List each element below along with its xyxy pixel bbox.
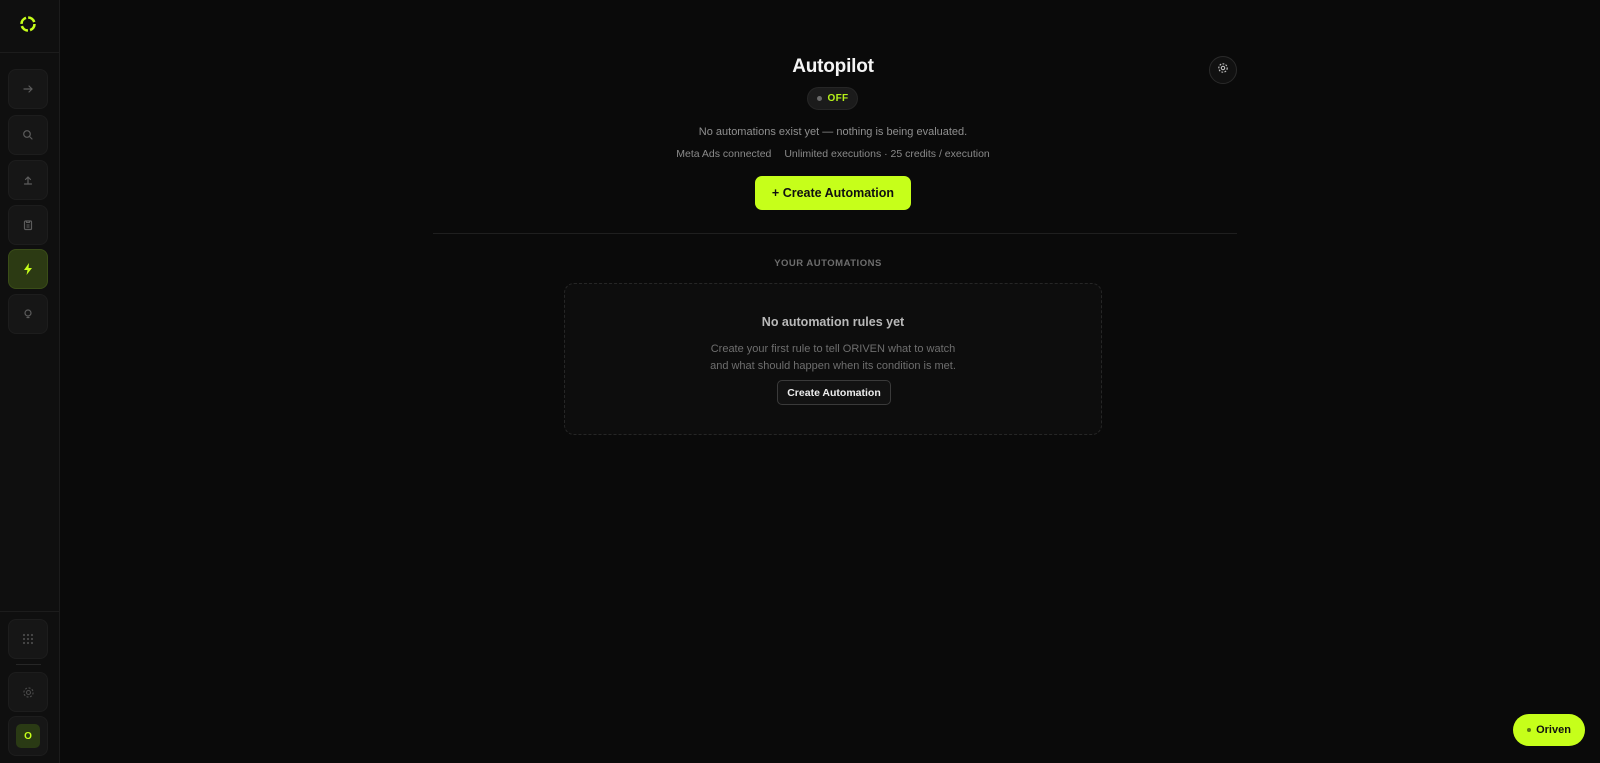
empty-state-create-button[interactable]: Create Automation: [777, 380, 891, 405]
assistant-label: Oriven: [1536, 724, 1571, 736]
lightbulb-icon: [22, 308, 34, 320]
logo-icon[interactable]: [19, 15, 37, 33]
user-menu[interactable]: O: [8, 716, 48, 756]
sidebar-item-settings[interactable]: [8, 672, 48, 712]
page-title: Autopilot: [792, 56, 874, 77]
gear-icon: [22, 686, 35, 699]
empty-state-description: Create your first rule to tell ORIVEN wh…: [565, 341, 1101, 375]
sidebar-item-clipboard[interactable]: [8, 205, 48, 245]
status-dot-icon: [816, 96, 822, 101]
sidebar: O: [0, 0, 60, 763]
arrow-right-icon: [22, 83, 34, 95]
sidebar-separator: [16, 664, 41, 665]
execution-info: Unlimited executions · 25 credits / exec…: [784, 148, 990, 160]
sidebar-item-apps[interactable]: [8, 619, 48, 659]
sidebar-divider: [0, 611, 59, 612]
assistant-launcher-button[interactable]: Oriven: [1513, 714, 1585, 746]
empty-state-line: Create your first rule to tell ORIVEN wh…: [710, 343, 956, 355]
create-automation-button[interactable]: + Create Automation: [755, 176, 911, 210]
account-meta: Meta Ads connected Unlimited executions …: [0, 148, 1600, 160]
grid-icon: [21, 632, 35, 646]
section-heading: YOUR AUTOMATIONS: [774, 258, 882, 269]
gear-icon: [1217, 61, 1229, 79]
empty-state-line: and what should happen when its conditio…: [710, 360, 956, 372]
connection-status: Meta Ads connected: [676, 148, 772, 160]
empty-state-title: No automation rules yet: [761, 315, 905, 329]
sidebar-item-upload[interactable]: [8, 160, 48, 200]
avatar: O: [16, 724, 40, 748]
clipboard-icon: [22, 219, 34, 231]
autopilot-settings-button[interactable]: [1209, 56, 1237, 84]
autopilot-status-toggle[interactable]: OFF: [807, 87, 858, 110]
sidebar-divider: [0, 52, 59, 53]
status-description: No automations exist yet — nothing is be…: [698, 126, 968, 138]
assistant-dot-icon: [1527, 728, 1532, 732]
sidebar-item-autopilot[interactable]: [8, 249, 48, 289]
upload-icon: [22, 174, 34, 186]
section-divider: [433, 233, 1237, 234]
status-label: OFF: [827, 93, 849, 104]
sidebar-item-insights[interactable]: [8, 294, 48, 334]
empty-state-card: No automation rules yet Create your firs…: [564, 283, 1102, 435]
